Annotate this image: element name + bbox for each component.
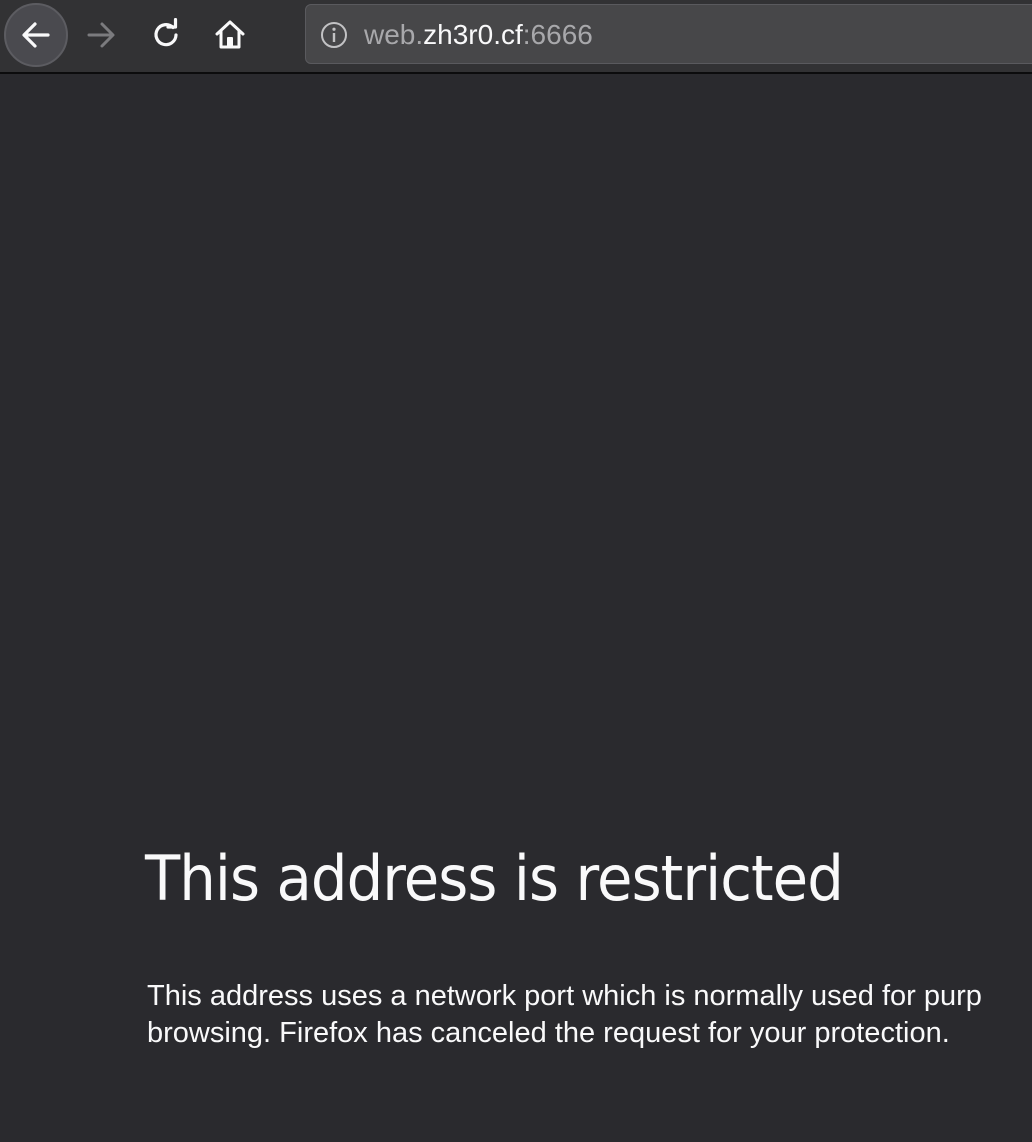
url-text[interactable]: web.zh3r0.cf:6666: [364, 18, 593, 52]
error-description-line: This address uses a network port which i…: [147, 980, 982, 1012]
browser-toolbar: web.zh3r0.cf:6666: [0, 0, 1032, 74]
error-page: This address is restricted This address …: [0, 74, 1032, 1142]
address-bar[interactable]: web.zh3r0.cf:6666: [305, 4, 1032, 64]
error-title: This address is restricted: [145, 842, 844, 915]
reload-icon: [154, 18, 178, 47]
forward-arrow-icon: [87, 22, 115, 48]
home-button[interactable]: [208, 10, 252, 60]
url-prefix: web.: [364, 19, 424, 50]
url-port: :6666: [522, 19, 593, 50]
back-button[interactable]: [4, 3, 68, 67]
error-description: This address uses a network port which i…: [147, 978, 1032, 1052]
back-arrow-icon: [22, 22, 50, 48]
home-icon: [215, 20, 245, 49]
forward-button[interactable]: [80, 10, 124, 60]
error-description-line: browsing. Firefox has canceled the reque…: [147, 1017, 950, 1049]
url-host: zh3r0.cf: [423, 19, 523, 50]
reload-button[interactable]: [144, 10, 188, 60]
info-icon[interactable]: [320, 21, 348, 49]
